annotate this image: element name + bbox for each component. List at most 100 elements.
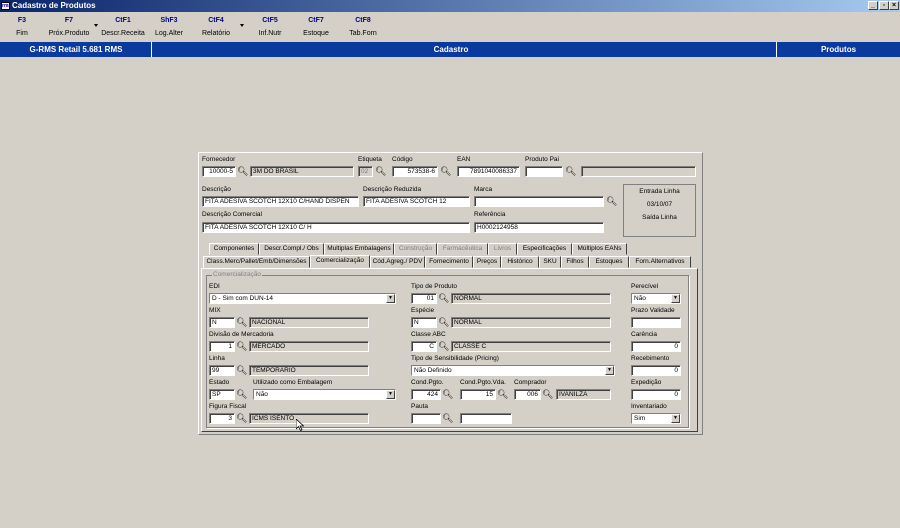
restore-button[interactable]: ▫ — [879, 1, 889, 10]
divisao-code-field[interactable]: 1 — [209, 341, 235, 352]
descricao-field[interactable]: FITA ADESIVA SCOTCH 12X10 C/HAND DISPEN — [202, 196, 359, 207]
binoculars-icon[interactable]: 🔍︎ — [236, 341, 247, 352]
carencia-field[interactable]: 0 — [631, 341, 681, 352]
mix-code-field[interactable]: N — [209, 317, 235, 328]
tipo-produto-code-field[interactable]: 01 — [411, 293, 437, 304]
chevron-down-icon[interactable]: ▼ — [671, 414, 680, 423]
dropdown-arrow-icon[interactable] — [240, 24, 244, 27]
tab-componentes[interactable]: Componentes — [209, 243, 259, 255]
tab-especificacoes[interactable]: Especificações — [517, 243, 572, 255]
binoculars-icon[interactable]: 🔍︎ — [236, 317, 247, 328]
marca-field[interactable] — [474, 196, 604, 207]
binoculars-icon[interactable]: 🔍︎ — [440, 166, 451, 177]
mix-label: MIX — [209, 307, 221, 314]
chevron-down-icon[interactable]: ▼ — [605, 366, 614, 375]
chevron-down-icon[interactable]: ▼ — [386, 294, 395, 303]
edi-select[interactable]: D - Sim com DUN-14 ▼ — [209, 293, 396, 304]
binoculars-icon[interactable]: 🔍︎ — [497, 389, 508, 400]
tab-estoques[interactable]: Estoques — [589, 256, 629, 268]
produto-pai-field[interactable] — [525, 166, 563, 177]
saida-linha-value — [624, 224, 695, 237]
cond-pgto-field[interactable]: 424 — [411, 389, 441, 400]
fornecedor-code-field[interactable]: 10000-5 — [202, 166, 236, 177]
sensibilidade-select[interactable]: Não Definido ▼ — [411, 365, 615, 376]
toolbar-fim[interactable]: F3 Fim — [12, 14, 32, 39]
ean-field[interactable]: 7891040086337 — [457, 166, 520, 177]
recebimento-label: Recebimento — [631, 355, 670, 362]
pauta-name-field[interactable] — [460, 413, 512, 424]
close-button[interactable]: × — [889, 1, 899, 10]
referencia-field[interactable]: H0002124958 — [474, 222, 604, 233]
binoculars-icon[interactable]: 🔍︎ — [438, 317, 449, 328]
estado-field[interactable]: SP — [209, 389, 235, 400]
codigo-field[interactable]: 573538-6 — [392, 166, 438, 177]
tab-forn-alternativos[interactable]: Forn.Alternativos — [629, 256, 691, 268]
descricao-comercial-field[interactable]: FITA ADESIVA SCOTCH 12X10 C/ H — [202, 222, 470, 233]
divisao-name-field: MERCADO — [249, 341, 369, 352]
tab-comercializacao[interactable]: Comercialização — [310, 255, 370, 268]
binoculars-icon[interactable]: 🔍︎ — [375, 166, 386, 177]
toolbar-log-alter[interactable]: ShF3 Log.Alter — [152, 14, 186, 39]
cond-pgto-vda-label: Cond.Pgto.Vda. — [460, 379, 506, 386]
tab-multiplas-embalagens[interactable]: Multiplas Embalagens — [324, 243, 394, 255]
binoculars-icon[interactable]: 🔍︎ — [438, 293, 449, 304]
ean-label: EAN — [457, 156, 471, 163]
tab-livros[interactable]: Livros — [488, 243, 517, 255]
dropdown-arrow-icon[interactable] — [94, 24, 98, 27]
tab-construcao[interactable]: Construção — [394, 243, 437, 255]
tab-sku[interactable]: SKU — [539, 256, 561, 268]
tab-class-merc[interactable]: Class.Merc/Pallet/Emb/Dimensões — [203, 256, 310, 268]
toolbar-relatorio[interactable]: CtF4 Relatório — [198, 14, 234, 39]
chevron-down-icon[interactable]: ▼ — [671, 294, 680, 303]
binoculars-icon[interactable]: 🔍︎ — [236, 413, 247, 424]
toolbar-proximo-produto[interactable]: F7 Próx.Produto — [46, 14, 92, 39]
binoculars-icon[interactable]: 🔍︎ — [606, 196, 617, 207]
module-header-bar: G-RMS Retail 5.681 RMS Cadastro Produtos — [0, 42, 900, 57]
binoculars-icon[interactable]: 🔍︎ — [236, 365, 247, 376]
comprador-code-field[interactable]: 006 — [514, 389, 541, 400]
embalagem-select[interactable]: Não ▼ — [253, 389, 396, 400]
tab-cod-agreg-pdv[interactable]: Cód.Agreg./ PDV — [370, 256, 425, 268]
toolbar-inf-nutr[interactable]: CtF5 Inf.Nutr — [254, 14, 286, 39]
especie-code-field[interactable]: N — [411, 317, 437, 328]
tool-label: Relatório — [201, 30, 230, 37]
carencia-label: Carência — [631, 331, 658, 338]
tab-row-2: Class.Merc/Pallet/Emb/Dimensões Comercia… — [201, 255, 698, 268]
binoculars-icon[interactable]: 🔍︎ — [438, 341, 449, 352]
binoculars-icon[interactable]: 🔍︎ — [442, 389, 453, 400]
prazo-validade-field[interactable] — [631, 317, 681, 328]
tab-filhos[interactable]: Filhos — [561, 256, 589, 268]
tab-farmaceutica[interactable]: Farmacêutica — [437, 243, 488, 255]
recebimento-field[interactable]: 0 — [631, 365, 681, 376]
toolbar-estoque[interactable]: CtF7 Estoque — [300, 14, 332, 39]
tab-historico[interactable]: Histórico — [501, 256, 539, 268]
binoculars-icon[interactable]: 🔍︎ — [236, 389, 247, 400]
especie-label: Espécie — [411, 307, 435, 314]
classe-abc-code-field[interactable]: C — [411, 341, 437, 352]
sensibilidade-value: Não Definido — [414, 367, 452, 374]
figura-fiscal-code-field[interactable]: 3 — [209, 413, 235, 424]
tab-multiplos-eans[interactable]: Múltiplos EANs — [572, 243, 627, 255]
binoculars-icon[interactable]: 🔍︎ — [237, 166, 248, 177]
binoculars-icon[interactable]: 🔍︎ — [442, 413, 453, 424]
cond-pgto-label: Cond.Pgto. — [411, 379, 444, 386]
descricao-reduzida-field[interactable]: FITA ADESIVA SCOTCH 12 — [363, 196, 470, 207]
saida-linha-label: Saída Linha — [642, 214, 677, 221]
toolbar-descr-receita[interactable]: CtF1 Descr.Receita — [100, 14, 146, 39]
minimize-button[interactable]: _ — [868, 1, 878, 10]
perecivel-select[interactable]: Não ▼ — [631, 293, 681, 304]
cond-pgto-vda-field[interactable]: 15 — [460, 389, 496, 400]
binoculars-icon[interactable]: 🔍︎ — [565, 166, 576, 177]
inventariado-select[interactable]: Sim ▼ — [631, 413, 681, 424]
linha-code-field[interactable]: 99 — [209, 365, 235, 376]
chevron-down-icon[interactable]: ▼ — [386, 390, 395, 399]
binoculars-icon[interactable]: 🔍︎ — [542, 389, 553, 400]
tab-descr-compl[interactable]: Descr.Compl./ Obs — [259, 243, 324, 255]
pauta-code-field[interactable] — [411, 413, 441, 424]
expedicao-field[interactable]: 0 — [631, 389, 681, 400]
toolbar-tab-forn[interactable]: CtF8 Tab.Forn — [346, 14, 380, 39]
tool-label: Log.Alter — [154, 30, 184, 37]
tab-fornecimento[interactable]: Fornecimento — [425, 256, 473, 268]
comercializacao-group: Comercialização EDI D - Sim com DUN-14 ▼… — [206, 271, 689, 428]
tab-precos[interactable]: Preços — [473, 256, 501, 268]
